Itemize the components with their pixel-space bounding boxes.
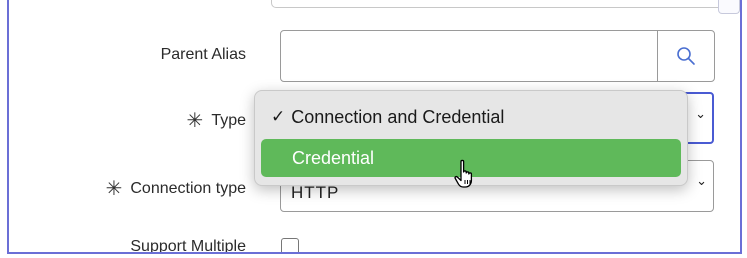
type-label: ✳ Type	[186, 110, 246, 132]
chevron-down-icon: ⌄	[696, 173, 707, 188]
support-multiple-label: Support Multiple	[130, 238, 246, 254]
option-label: Credential	[292, 147, 375, 168]
required-icon: ✳	[105, 178, 123, 200]
option-label: Connection and Credential	[291, 106, 505, 127]
support-multiple-checkbox[interactable]	[281, 238, 299, 252]
checkmark-icon: ✓	[271, 107, 286, 126]
chevron-down-icon: ⌄	[695, 106, 706, 121]
required-icon: ✳	[186, 110, 204, 132]
hand-pointer-icon	[454, 159, 473, 188]
option-connection-and-credential[interactable]: ✓ Connection and Credential	[261, 98, 681, 136]
parent-alias-label: Parent Alias	[160, 46, 246, 63]
connection-type-label: ✳ Connection type	[105, 178, 246, 200]
search-icon	[677, 47, 695, 65]
previous-field-edge	[271, 0, 731, 8]
panel-corner	[718, 0, 740, 14]
parent-alias-input[interactable]	[280, 30, 658, 82]
connection-type-value: HTTP	[291, 183, 340, 202]
lookup-button[interactable]	[657, 30, 715, 82]
